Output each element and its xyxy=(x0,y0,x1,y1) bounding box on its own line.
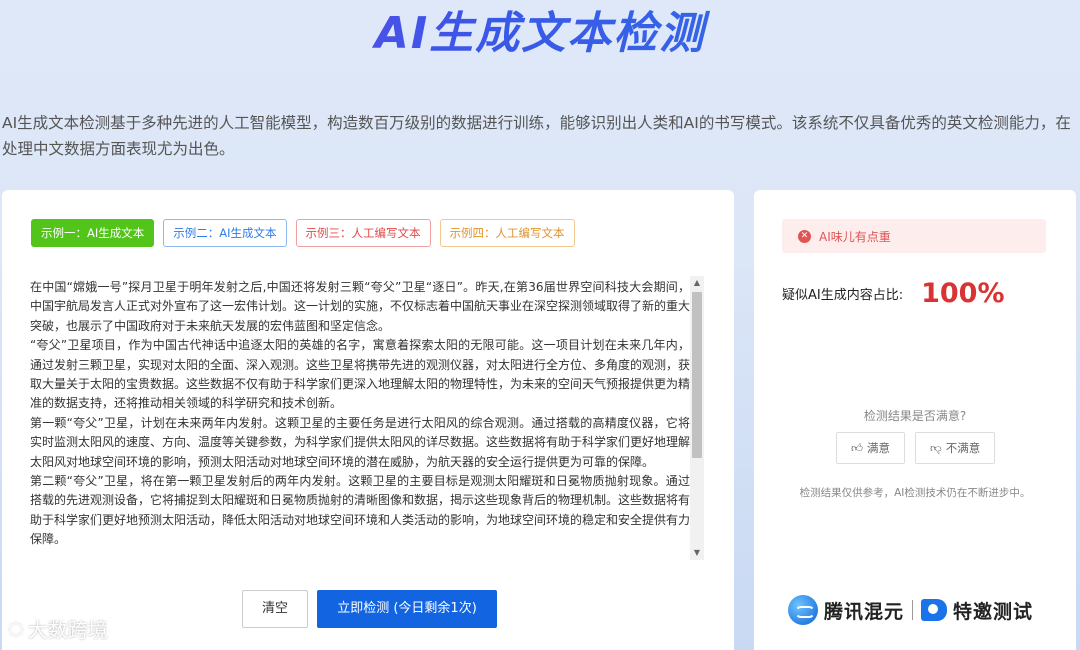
feedback-question: 检测结果是否满意? xyxy=(863,409,967,423)
scroll-down-arrow-icon[interactable]: ▼ xyxy=(690,546,704,560)
input-paragraph: 第一颗“夸父”卫星，计划在未来两年内发射。这颗卫星的主要任务是进行太阳风的综合观… xyxy=(30,415,691,469)
unsatisfied-button[interactable]: 👎︎ 不满意 xyxy=(915,432,996,464)
result-alert: ✕ AI味儿有点重 xyxy=(782,219,1046,253)
alert-text: AI味儿有点重 xyxy=(819,229,891,244)
thumbs-up-icon: 👍︎ xyxy=(851,441,864,455)
error-circle-icon: ✕ xyxy=(798,229,811,243)
brand-footer: 腾讯混元 特邀测试 xyxy=(788,595,1033,625)
ratio-label: 疑似AI生成内容占比: xyxy=(782,288,904,303)
tab-example-4[interactable]: 示例四：人工编写文本 xyxy=(439,219,575,247)
input-panel: 示例一：AI生成文本 示例二：AI生成文本 示例三：人工编写文本 示例四：人工编… xyxy=(2,190,734,650)
brand-name-hunyuan: 腾讯混元 xyxy=(824,600,905,623)
thumbs-down-icon: 👎︎ xyxy=(930,441,942,455)
detect-button[interactable]: 立即检测 (今日剩余1次) xyxy=(317,590,497,628)
satisfied-button[interactable]: 👍︎ 满意 xyxy=(836,432,906,464)
tab-example-3[interactable]: 示例三：人工编写文本 xyxy=(295,219,431,247)
brand-divider xyxy=(912,600,914,620)
hunyuan-logo-icon xyxy=(788,595,818,625)
input-paragraph: 在中国“嫦娥一号”探月卫星于明年发射之后,中国还将发射三颗“夸父”卫星“逐日”。… xyxy=(30,280,691,333)
clear-button[interactable]: 清空 xyxy=(242,590,308,628)
input-paragraph: “夸父”卫星项目，作为中国古代神话中追逐太阳的英雄的名字，寓意着探索太阳的无限可… xyxy=(30,338,691,411)
scroll-thumb[interactable] xyxy=(692,292,702,458)
scroll-up-arrow-icon[interactable]: ▲ xyxy=(690,276,704,290)
intro-text: AI生成文本检测基于多种先进的人工智能模型，构造数百万级别的数据进行训练，能够识… xyxy=(2,114,1071,158)
input-paragraph: 第二颗“夸父”卫星，将在第一颗卫星发射后的两年内发射。这颗卫星的主要目标是观测太… xyxy=(30,474,691,547)
watermark: ◌ 大数跨境 xyxy=(8,614,108,643)
watermark-logo-icon: ◌ xyxy=(8,618,24,639)
invite-test-logo-icon xyxy=(921,599,948,621)
tab-example-1[interactable]: 示例一：AI生成文本 xyxy=(31,219,155,247)
text-scrollbar[interactable]: ▲ ▼ xyxy=(690,276,704,560)
unsatisfied-label: 不满意 xyxy=(945,441,981,455)
text-input-area[interactable]: 在中国“嫦娥一号”探月卫星于明年发射之后,中国还将发射三颗“夸父”卫星“逐日”。… xyxy=(30,276,706,560)
example-tabs: 示例一：AI生成文本 示例二：AI生成文本 示例三：人工编写文本 示例四：人工编… xyxy=(31,219,575,247)
satisfied-label: 满意 xyxy=(867,441,891,455)
watermark-text: 大数跨境 xyxy=(27,618,108,642)
ratio-value: 100% xyxy=(921,278,1005,309)
ai-ratio: 疑似AI生成内容占比: 100% xyxy=(782,278,1005,309)
page-title: AI生成文本检测 xyxy=(0,6,1080,62)
disclaimer-text: 检测结果仅供参考，AI检测技术仍在不断进步中。 xyxy=(799,487,1031,499)
feedback-buttons: 👍︎ 满意 👎︎ 不满意 xyxy=(836,432,996,464)
brand-name-invite: 特邀测试 xyxy=(953,600,1034,623)
result-panel: ✕ AI味儿有点重 疑似AI生成内容占比: 100% 检测结果是否满意? 👍︎ … xyxy=(754,190,1076,650)
tab-example-2[interactable]: 示例二：AI生成文本 xyxy=(163,219,287,247)
